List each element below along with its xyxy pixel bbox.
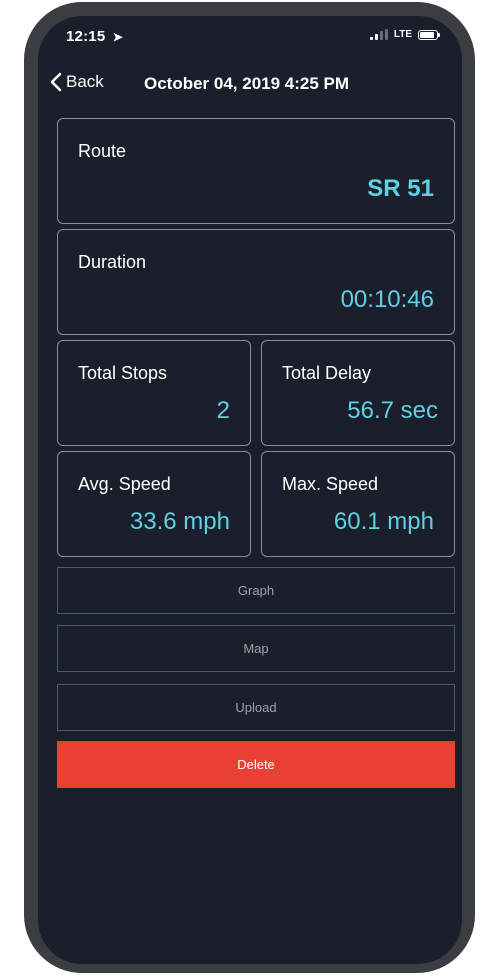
total-stops-card: Total Stops 2 [57,340,251,446]
avg-speed-label: Avg. Speed [78,474,171,494]
total-delay-label: Total Delay [282,363,372,383]
page-title: October 04, 2019 4:25 PM [144,74,350,93]
total-stops-label: Total Stops [78,363,168,383]
avg-speed-card: Avg. Speed 33.6 mph [57,451,251,557]
network-type: LTE [393,29,412,40]
upload-button[interactable]: Upload [57,684,455,731]
battery-icon [418,29,440,40]
location-arrow-icon: ➤ [112,30,124,44]
delete-button[interactable]: Delete [57,741,455,788]
max-speed-label: Max. Speed [282,474,379,494]
total-delay-value: 56.7 sec [347,397,438,424]
status-time-text: 12:15 [66,28,106,45]
route-label: Route [78,141,127,161]
avg-speed-value: 33.6 mph [129,508,230,535]
signal-bars-icon [369,29,388,40]
status-indicators: LTE [369,29,440,40]
app-screen: 12:15 ➤ LTE Back October 04, 2019 4:25 P… [38,16,462,964]
graph-button[interactable]: Graph [57,567,455,614]
chevron-left-icon [50,72,62,92]
back-button[interactable]: Back [50,72,104,92]
route-card: Route SR 51 [57,118,455,224]
max-speed-card: Max. Speed 60.1 mph [261,451,455,557]
total-delay-card: Total Delay 56.7 sec [261,340,455,446]
back-label: Back [66,72,104,91]
status-time: 12:15 ➤ [66,28,123,45]
map-button[interactable]: Map [57,625,455,672]
duration-value: 00:10:46 [340,286,434,313]
max-speed-value: 60.1 mph [333,508,434,535]
route-value: SR 51 [367,175,434,202]
duration-card: Duration 00:10:46 [57,229,455,335]
total-stops-value: 2 [216,397,230,424]
duration-label: Duration [78,252,147,272]
